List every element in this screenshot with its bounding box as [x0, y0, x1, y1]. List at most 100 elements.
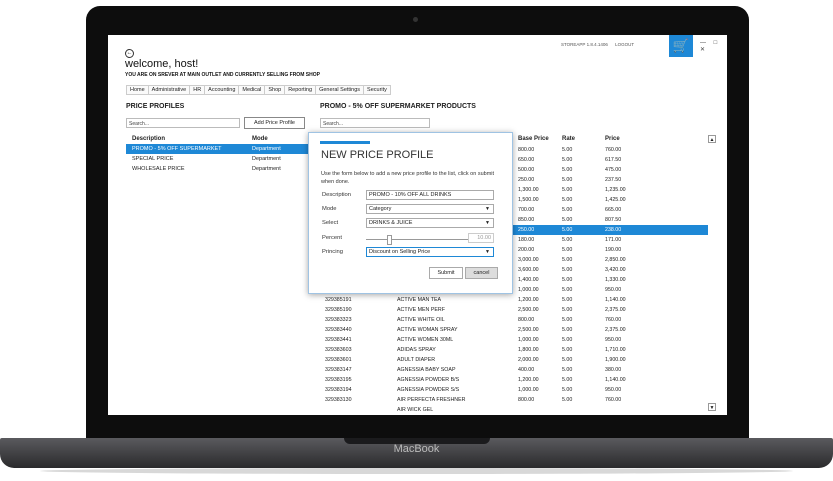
logout-link[interactable]: LOGOUT — [615, 42, 634, 47]
product-price: 1,235.00 — [605, 187, 626, 193]
profile-row[interactable]: WHOLESALE PRICE Department — [126, 164, 311, 174]
add-price-profile-button[interactable]: Add Price Profile — [244, 117, 305, 129]
product-base: 400.00 — [518, 367, 535, 373]
product-code: 329383194 — [325, 387, 352, 393]
product-price: 190.00 — [605, 247, 622, 253]
window-controls[interactable]: — □ ✕ — [700, 40, 727, 53]
percent-value[interactable]: 10.00 — [468, 233, 494, 243]
cart-icon[interactable]: 🛒 — [669, 35, 693, 57]
product-row[interactable]: 329383195 AGNESSIA POWDER B/S 1,200.00 5.00… — [320, 375, 708, 385]
product-rate: 5.00 — [562, 227, 573, 233]
product-row[interactable]: 329383130 AIR PERFECTA FRESHNER 800.00 5.00… — [320, 395, 708, 405]
col-rate[interactable]: Rate — [562, 136, 575, 142]
product-price: 171.00 — [605, 237, 622, 243]
product-rate: 5.00 — [562, 217, 573, 223]
product-row[interactable]: 329383603 ADIDAS SPRAY 1,800.00 5.00 1,710.0… — [320, 345, 708, 355]
menu-item[interactable]: Security — [363, 85, 391, 95]
menu-item[interactable]: Reporting — [284, 85, 317, 95]
product-code: 329385190 — [325, 307, 352, 313]
laptop-shadow — [40, 468, 793, 474]
menu-item[interactable]: General Settings — [315, 85, 365, 95]
product-rate: 5.00 — [562, 267, 573, 273]
category-select[interactable]: DRINKS & JUICE ▼ — [366, 218, 494, 228]
price-profiles-title: PRICE PROFILES — [126, 103, 185, 110]
product-rate: 5.00 — [562, 247, 573, 253]
cancel-button[interactable]: cancel — [465, 267, 498, 279]
back-arrow-icon[interactable]: ← — [125, 49, 134, 58]
scroll-up-button[interactable]: ▲ — [708, 135, 716, 143]
product-base: 800.00 — [518, 147, 535, 153]
product-base: 200.00 — [518, 247, 535, 253]
product-price: 760.00 — [605, 147, 622, 153]
product-row[interactable]: 329383194 AGNESSIA POWDER S/S 1,000.00 5.00… — [320, 385, 708, 395]
dialog-accent-bar — [320, 141, 370, 144]
product-code: 329383441 — [325, 337, 352, 343]
menu-item[interactable]: Administrative — [147, 85, 191, 95]
menu-item[interactable]: Medical — [238, 85, 266, 95]
col-mode[interactable]: Mode — [252, 136, 268, 142]
product-rate: 5.00 — [562, 197, 573, 203]
category-value: DRINKS & JUICE — [369, 220, 413, 226]
product-price: 238.00 — [605, 227, 622, 233]
pricing-select[interactable]: Discount on Selling Price ▼ — [366, 247, 494, 257]
product-search-input[interactable]: Search... — [320, 118, 430, 128]
description-input[interactable]: PROMO - 10% OFF ALL DRINKS — [366, 190, 494, 200]
product-name: ADIDAS SPRAY — [397, 347, 436, 353]
menu-item[interactable]: HR — [189, 85, 206, 95]
menu-item[interactable]: Shop — [264, 85, 286, 95]
product-base: 1,800.00 — [518, 347, 539, 353]
col-price[interactable]: Price — [605, 136, 620, 142]
main-menu: Home Administrative HR Accounting Medical Sho… — [126, 85, 391, 95]
product-name: ACTIVE WOMEN 30ML — [397, 337, 454, 343]
server-status: YOU ARE ON SREVER AT MAIN OUTLET AND CUR… — [125, 72, 320, 78]
product-price: 950.00 — [605, 337, 622, 343]
product-price: 2,375.00 — [605, 327, 626, 333]
product-rate: 5.00 — [562, 357, 573, 363]
new-price-profile-dialog: NEW PRICE PROFILE Use the form below to … — [308, 132, 513, 294]
profile-search-input[interactable]: Search... — [126, 118, 240, 128]
product-row[interactable]: 329383440 ACTIVE WOMAN SPRAY 2,500.00 5.00 2… — [320, 325, 708, 335]
product-rate: 5.00 — [562, 397, 573, 403]
product-row[interactable]: 329383601 ADULT DIAPER 2,000.00 5.00 1,900.0… — [320, 355, 708, 365]
product-row[interactable]: 329385191 ACTIVE MAN TEA 1,200.00 5.00 1,140… — [320, 295, 708, 305]
percent-slider-track[interactable] — [366, 239, 468, 240]
product-price: 237.50 — [605, 177, 622, 183]
product-rate: 5.00 — [562, 257, 573, 263]
profile-row[interactable]: PROMO - 5% OFF SUPERMARKET Department — [126, 144, 311, 154]
percent-label: Percent — [322, 235, 342, 241]
percent-slider-thumb[interactable] — [387, 235, 392, 245]
product-code: 329385191 — [325, 297, 352, 303]
product-price: 950.00 — [605, 387, 622, 393]
chevron-down-icon: ▼ — [485, 249, 490, 255]
product-rate: 5.00 — [562, 187, 573, 193]
product-name: AGNESSIA BABY SOAP — [397, 367, 456, 373]
product-base: 700.00 — [518, 207, 535, 213]
product-rate: 5.00 — [562, 307, 573, 313]
product-row[interactable]: 329383147 AGNESSIA BABY SOAP 400.00 5.00 380… — [320, 365, 708, 375]
product-rate: 5.00 — [562, 337, 573, 343]
menu-item[interactable]: Home — [126, 85, 149, 95]
col-base-price[interactable]: Base Price — [518, 136, 549, 142]
profile-row[interactable]: SPECIAL PRICE Department — [126, 154, 311, 164]
product-rate: 5.00 — [562, 377, 573, 383]
submit-button[interactable]: Submit — [429, 267, 463, 279]
scroll-down-button[interactable]: ▼ — [708, 403, 716, 411]
product-base: 1,000.00 — [518, 387, 539, 393]
col-description[interactable]: Description — [132, 136, 165, 142]
select-label: Select — [322, 220, 339, 226]
product-code: 329383601 — [325, 357, 352, 363]
product-price: 1,140.00 — [605, 377, 626, 383]
product-base: 2,500.00 — [518, 327, 539, 333]
product-row[interactable]: AIR WICK GEL — [320, 405, 708, 415]
product-row[interactable]: 329383441 ACTIVE WOMEN 30ML 1,000.00 5.00 95… — [320, 335, 708, 345]
product-row[interactable]: 329385190 ACTIVE MEN PERF 2,500.00 5.00 2,37… — [320, 305, 708, 315]
product-row[interactable]: 329383323 ACTIVE WHITE OIL 800.00 5.00 760.0… — [320, 315, 708, 325]
mode-select[interactable]: Category ▼ — [366, 204, 494, 214]
product-rate: 5.00 — [562, 327, 573, 333]
menu-item[interactable]: Accounting — [204, 85, 240, 95]
product-name: ACTIVE MAN TEA — [397, 297, 442, 303]
profile-description: WHOLESALE PRICE — [132, 166, 185, 172]
product-code: 329383147 — [325, 367, 352, 373]
product-base: 1,200.00 — [518, 377, 539, 383]
product-base: 1,000.00 — [518, 337, 539, 343]
